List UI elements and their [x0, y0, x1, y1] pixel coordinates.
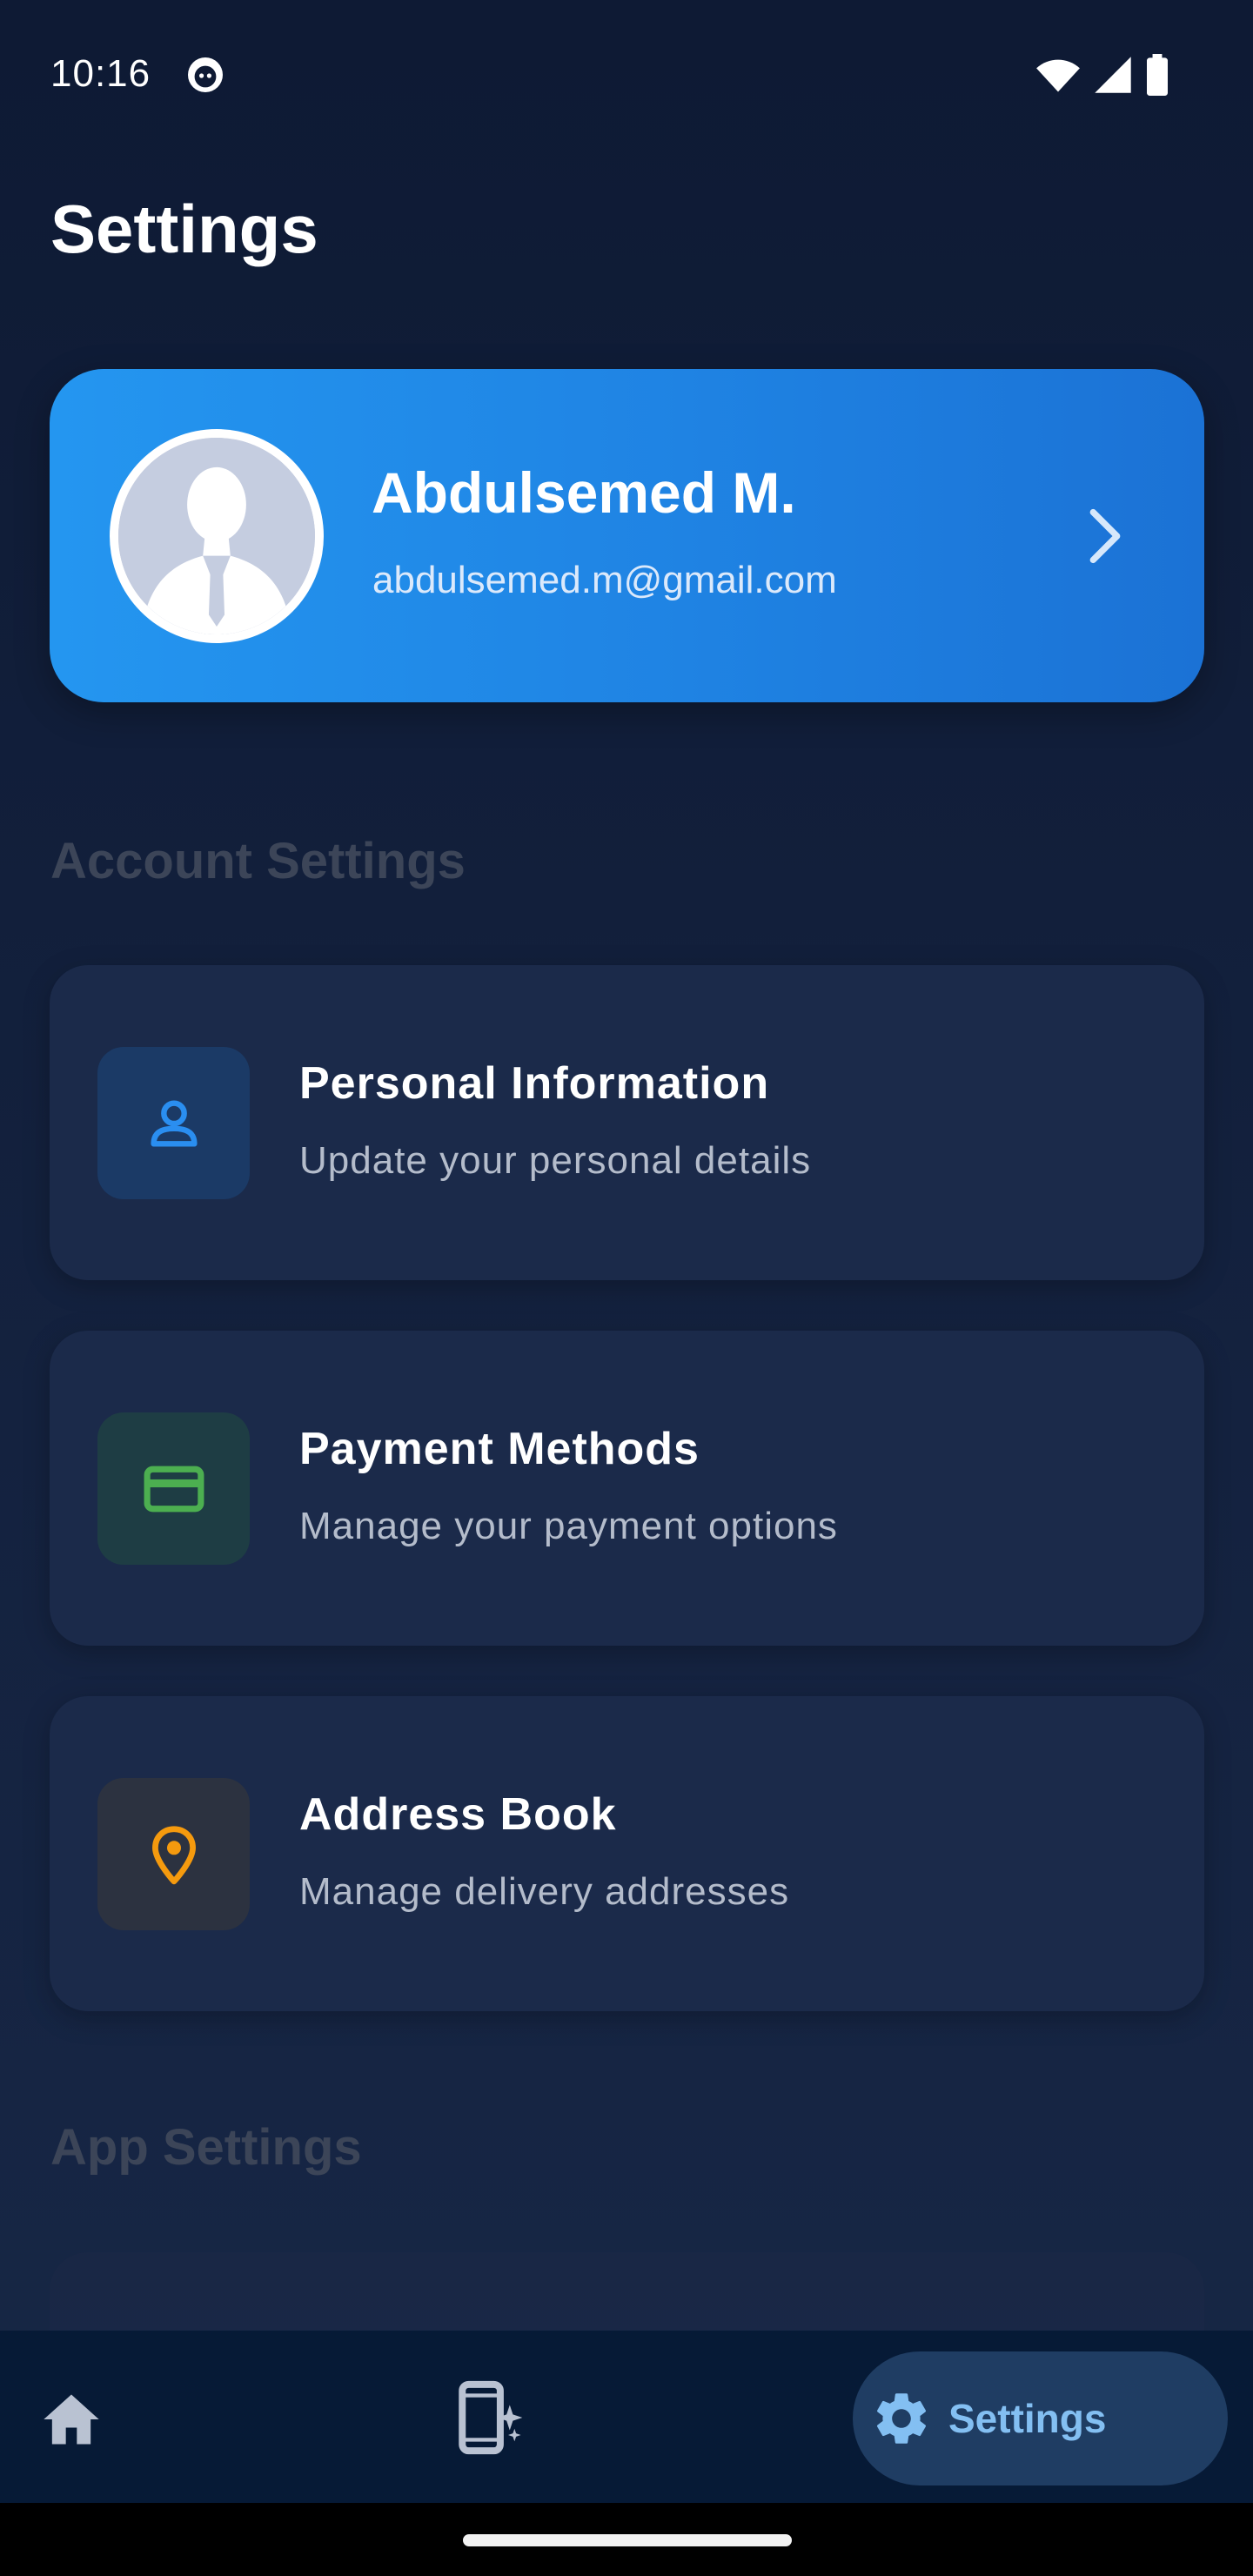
setting-item-personal-information[interactable]: Personal Information Update your persona… [50, 965, 1204, 1280]
page-title: Settings [50, 191, 318, 267]
item-title: Personal Information [299, 1058, 770, 1109]
item-title: Address Book [299, 1789, 617, 1840]
nav-settings-label: Settings [948, 2396, 1107, 2441]
avatar [110, 429, 324, 643]
gesture-area [0, 2503, 1253, 2576]
chevron-right-icon [1089, 508, 1121, 564]
status-icons [1035, 54, 1169, 96]
section-heading-account: Account Settings [50, 833, 466, 889]
icon-container [97, 1412, 250, 1565]
device-sparkle-icon[interactable] [456, 2379, 526, 2456]
item-subtitle: Manage your payment options [299, 1505, 838, 1547]
setting-item-payment-methods[interactable]: Payment Methods Manage your payment opti… [50, 1331, 1204, 1646]
setting-item-address-book[interactable]: Address Book Manage delivery addresses [50, 1696, 1204, 2011]
gear-icon [876, 2393, 927, 2444]
item-subtitle: Update your personal details [299, 1139, 812, 1182]
location-pin-icon [151, 1825, 196, 1884]
section-heading-app: App Settings [50, 2119, 362, 2176]
home-icon[interactable] [38, 2386, 104, 2452]
credit-card-icon [144, 1466, 204, 1512]
wifi-icon [1036, 59, 1080, 92]
icon-container [97, 1778, 250, 1930]
profile-card[interactable]: Abdulsemed M. abdulsemed.m@gmail.com [50, 369, 1204, 702]
gesture-handle[interactable] [463, 2534, 792, 2546]
item-title: Payment Methods [299, 1424, 700, 1474]
avatar-silhouette-icon [118, 438, 315, 634]
icon-container [97, 1047, 250, 1199]
cat-notification-icon [188, 57, 223, 92]
bottom-nav: Settings [0, 2331, 1253, 2503]
person-icon [150, 1099, 198, 1147]
status-bar: 10:16 [0, 0, 1253, 148]
battery-icon [1147, 54, 1168, 96]
item-subtitle: Manage delivery addresses [299, 1870, 790, 1913]
profile-name: Abdulsemed M. [372, 460, 796, 525]
signal-icon [1095, 57, 1131, 93]
profile-email: abdulsemed.m@gmail.com [372, 559, 837, 601]
status-time: 10:16 [50, 52, 151, 95]
settings-screen: 10:16 Settings Abdulsemed M. abdulsemed.… [0, 0, 1253, 2576]
nav-settings-tab[interactable]: Settings [853, 2351, 1228, 2485]
